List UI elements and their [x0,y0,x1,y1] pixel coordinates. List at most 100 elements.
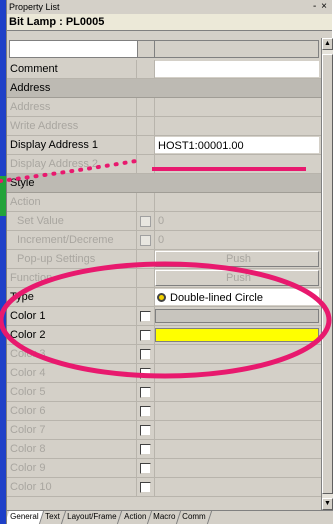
row-label: Color 7 [7,421,137,439]
display-address-1-input[interactable]: HOST1:00001.00 [155,137,319,153]
object-name: Bit Lamp : PL0005 [7,14,332,31]
popup-push-button[interactable]: Push [155,251,319,267]
color-4-checkbox[interactable] [140,368,151,379]
row-set-value: Set Value 0 [7,212,321,231]
tab-label: Action [123,512,146,521]
grid-header-check [137,40,155,58]
increment-checkbox[interactable] [140,235,151,246]
pin-close-icon[interactable]: - × [313,0,328,14]
row-value [155,459,321,477]
section-style[interactable]: Style [7,174,321,193]
color-1-checkbox[interactable] [140,311,151,322]
row-check-cell [137,402,155,420]
color-9-checkbox[interactable] [140,463,151,474]
color-10-checkbox[interactable] [140,482,151,493]
row-comment[interactable]: Comment [7,60,321,79]
row-color-10: Color 10 [7,478,321,497]
row-value [155,155,321,173]
row-check-cell [137,212,155,230]
row-color-3: Color 3 [7,345,321,364]
row-value [155,98,321,116]
row-label: Increment/Decreme [7,231,137,249]
row-label: Color 9 [7,459,137,477]
row-address: Address [7,98,321,117]
row-check-cell [137,155,155,173]
color-7-checkbox[interactable] [140,425,151,436]
row-check-cell [137,250,155,268]
color-2-swatch[interactable] [155,328,319,342]
function-push-button[interactable]: Push [155,270,319,286]
row-value [155,478,321,496]
tab-comm[interactable]: Comm [176,511,212,524]
type-select[interactable]: Double-lined Circle [155,289,319,305]
row-check-cell [137,383,155,401]
panel-title: Property List [9,2,60,12]
color-2-checkbox[interactable] [140,330,151,341]
scroll-up-icon[interactable]: ▲ [322,38,333,50]
comment-input[interactable] [155,61,319,77]
row-check-cell [137,193,155,211]
row-label: Type [7,288,137,306]
section-address[interactable]: Address [7,79,321,98]
scroll-down-icon[interactable]: ▼ [322,498,333,510]
row-label: Comment [7,60,137,78]
color-6-checkbox[interactable] [140,406,151,417]
row-color-4: Color 4 [7,364,321,383]
row-label: Address [7,98,137,116]
row-display-address-1[interactable]: Display Address 1 HOST1:00001.00 [7,136,321,155]
row-check-cell [137,364,155,382]
property-grid: Comment Address Address Write Address Di… [7,38,321,497]
row-color-2[interactable]: Color 2 [7,326,321,345]
row-label: Color 8 [7,440,137,458]
set-value-checkbox[interactable] [140,216,151,227]
tab-action[interactable]: Action [118,511,152,524]
row-label: Color 3 [7,345,137,363]
vertical-scrollbar[interactable]: ▲ ▼ [321,38,333,510]
row-value [155,383,321,401]
type-value: Double-lined Circle [170,292,263,304]
property-tabs: General Text Layout/Frame Action Macro C… [7,510,333,524]
color-3-checkbox[interactable] [140,349,151,360]
tab-label: Comm [182,512,206,521]
row-popup-settings: Pop-up Settings Push [7,250,321,269]
grid-header-name [9,40,137,58]
color-8-checkbox[interactable] [140,444,151,455]
scroll-thumb[interactable] [322,54,333,494]
row-label: Function [7,269,137,287]
row-check-cell [137,60,155,78]
color-1-swatch[interactable] [155,309,319,323]
tab-label: General [10,512,39,521]
row-check-cell [137,269,155,287]
row-check-cell [137,117,155,135]
tab-layout-frame[interactable]: Layout/Frame [62,511,123,524]
tab-general[interactable]: General [7,511,45,524]
row-check-cell [137,307,155,325]
increment-field: 0 [158,234,165,246]
row-check-cell [137,459,155,477]
row-function: Function Push [7,269,321,288]
row-write-address: Write Address [7,117,321,136]
set-value-field: 0 [158,215,165,227]
row-color-6: Color 6 [7,402,321,421]
row-label: Color 1 [7,307,137,325]
row-label: Color 10 [7,478,137,496]
row-color-7: Color 7 [7,421,321,440]
row-label: Color 4 [7,364,137,382]
row-check-cell [137,421,155,439]
tab-label: Text [45,512,61,521]
row-color-8: Color 8 [7,440,321,459]
row-type[interactable]: Type Double-lined Circle [7,288,321,307]
double-lined-circle-icon [157,293,166,302]
tab-label: Layout/Frame [67,512,117,521]
color-5-checkbox[interactable] [140,387,151,398]
tab-label: Macro [152,512,176,521]
row-check-cell [137,98,155,116]
row-color-1[interactable]: Color 1 [7,307,321,326]
row-label: Color 2 [7,326,137,344]
tab-macro[interactable]: Macro [147,511,182,524]
row-label: Color 5 [7,383,137,401]
row-display-address-2: Display Address 2 [7,155,321,174]
property-list-panel: Property List - × Bit Lamp : PL0005 Comm… [6,0,333,524]
row-value [155,421,321,439]
row-color-9: Color 9 [7,459,321,478]
